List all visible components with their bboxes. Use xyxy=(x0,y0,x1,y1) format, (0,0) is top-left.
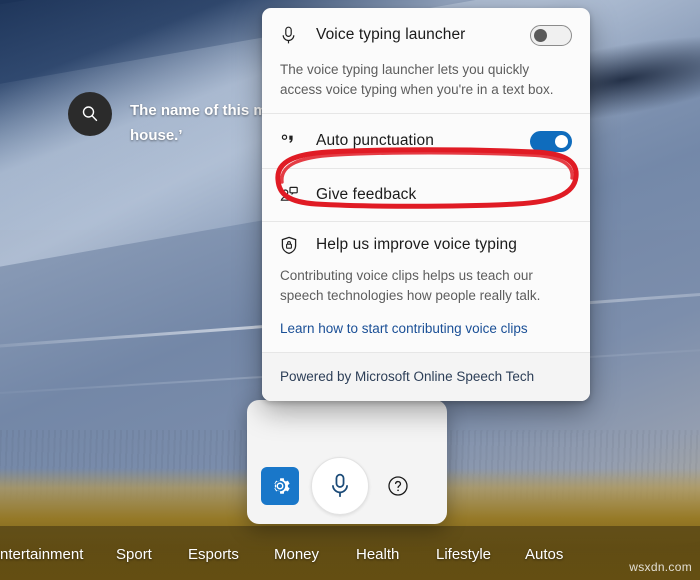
voice-typing-bar-controls xyxy=(247,448,447,524)
search-bubble[interactable] xyxy=(68,92,112,136)
watermark: wsxdn.com xyxy=(629,560,692,574)
toggle-knob xyxy=(534,28,547,42)
row-label-help-us-improve: Help us improve voice typing xyxy=(316,236,517,253)
panel-footer-powered-by: Powered by Microsoft Online Speech Tech xyxy=(262,353,590,401)
toggle-knob xyxy=(555,134,568,148)
voice-typing-bar xyxy=(247,400,447,524)
row-voice-typing-launcher[interactable]: Voice typing launcher xyxy=(262,8,590,62)
gear-icon xyxy=(274,478,290,494)
row-auto-punctuation[interactable]: Auto punctuation xyxy=(262,114,590,168)
nav-item-health[interactable]: Health xyxy=(356,546,399,563)
punctuation-icon xyxy=(280,132,308,150)
bottom-nav: ntertainment Sport Esports Money Health … xyxy=(0,528,700,580)
settings-gear-button[interactable] xyxy=(261,467,299,505)
nav-item-money[interactable]: Money xyxy=(274,546,319,563)
row-give-feedback[interactable]: Give feedback xyxy=(262,169,590,221)
voice-typing-settings-panel: Voice typing launcher The voice typing l… xyxy=(262,8,590,401)
row-label-auto-punctuation: Auto punctuation xyxy=(316,132,434,149)
description-voice-typing-launcher: The voice typing launcher lets you quick… xyxy=(280,62,554,97)
contributing-voice-clips-link[interactable]: Learn how to start contributing voice cl… xyxy=(262,319,590,352)
shield-lock-icon xyxy=(280,236,308,255)
microphone-icon xyxy=(332,473,348,497)
toggle-voice-typing-launcher[interactable] xyxy=(530,24,572,46)
description-help-us-improve: Contributing voice clips helps us teach … xyxy=(280,268,541,303)
microphone-button[interactable] xyxy=(311,457,369,515)
search-icon xyxy=(82,106,98,122)
nav-item-autos[interactable]: Autos xyxy=(525,546,563,563)
microphone-icon xyxy=(280,26,308,45)
row-label-give-feedback: Give feedback xyxy=(316,186,417,203)
nav-item-entertainment[interactable]: ntertainment xyxy=(0,546,83,563)
toggle-auto-punctuation[interactable] xyxy=(530,130,572,152)
row-help-us-improve: Help us improve voice typing xyxy=(262,222,590,268)
row-label-voice-typing-launcher: Voice typing launcher xyxy=(316,26,466,43)
help-button[interactable] xyxy=(383,471,413,501)
nav-item-lifestyle[interactable]: Lifestyle xyxy=(436,546,491,563)
nav-item-esports[interactable]: Esports xyxy=(188,546,239,563)
nav-item-sport[interactable]: Sport xyxy=(116,546,152,563)
question-mark-icon xyxy=(388,476,408,496)
feedback-icon xyxy=(280,186,308,204)
